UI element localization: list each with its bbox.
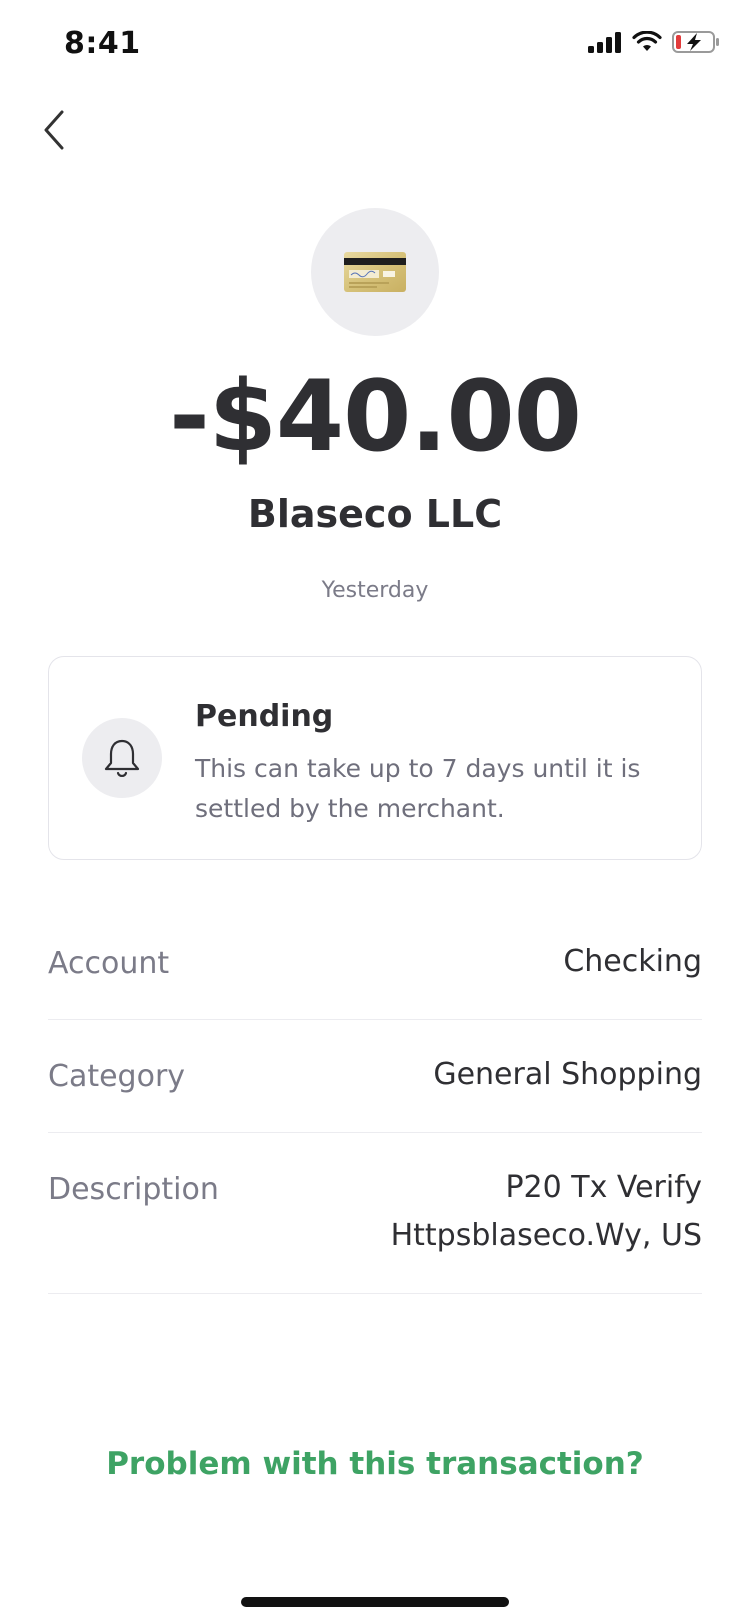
problem-with-transaction-link[interactable]: Problem with this transaction? bbox=[0, 1446, 750, 1482]
detail-row-account: Account Checking bbox=[48, 944, 702, 1020]
transaction-date: Yesterday bbox=[321, 578, 429, 603]
merchant-avatar bbox=[311, 208, 439, 336]
merchant-name: Blaseco LLC bbox=[247, 492, 503, 536]
category-label: Category bbox=[48, 1059, 186, 1094]
cellular-signal-icon bbox=[588, 32, 621, 53]
battery-charging-icon bbox=[672, 31, 719, 53]
pending-description: This can take up to 7 days until it is s… bbox=[195, 754, 641, 823]
pending-title: Pending bbox=[195, 699, 334, 734]
home-indicator[interactable] bbox=[241, 1597, 509, 1607]
description-label: Description bbox=[48, 1172, 219, 1207]
transaction-amount: -$40.00 bbox=[169, 360, 582, 474]
detail-row-category[interactable]: Category General Shopping bbox=[48, 1057, 702, 1133]
chevron-left-icon bbox=[44, 110, 64, 150]
status-time: 8:41 bbox=[64, 26, 141, 61]
credit-card-icon bbox=[344, 252, 406, 292]
status-icons bbox=[588, 30, 720, 54]
description-value: P20 Tx Verify Httpsblaseco.Wy, US bbox=[390, 1170, 702, 1253]
bell-icon bbox=[104, 739, 140, 777]
wifi-icon bbox=[632, 31, 662, 51]
status-bar: 8:41 bbox=[0, 0, 750, 90]
account-value: Checking bbox=[563, 944, 702, 979]
pending-card: Pending This can take up to 7 days until… bbox=[48, 656, 702, 860]
back-button[interactable] bbox=[24, 100, 84, 160]
account-label: Account bbox=[48, 946, 170, 981]
detail-row-description: Description P20 Tx Verify Httpsblaseco.W… bbox=[48, 1170, 702, 1294]
category-value: General Shopping bbox=[433, 1057, 702, 1092]
bell-icon-container bbox=[82, 718, 162, 798]
